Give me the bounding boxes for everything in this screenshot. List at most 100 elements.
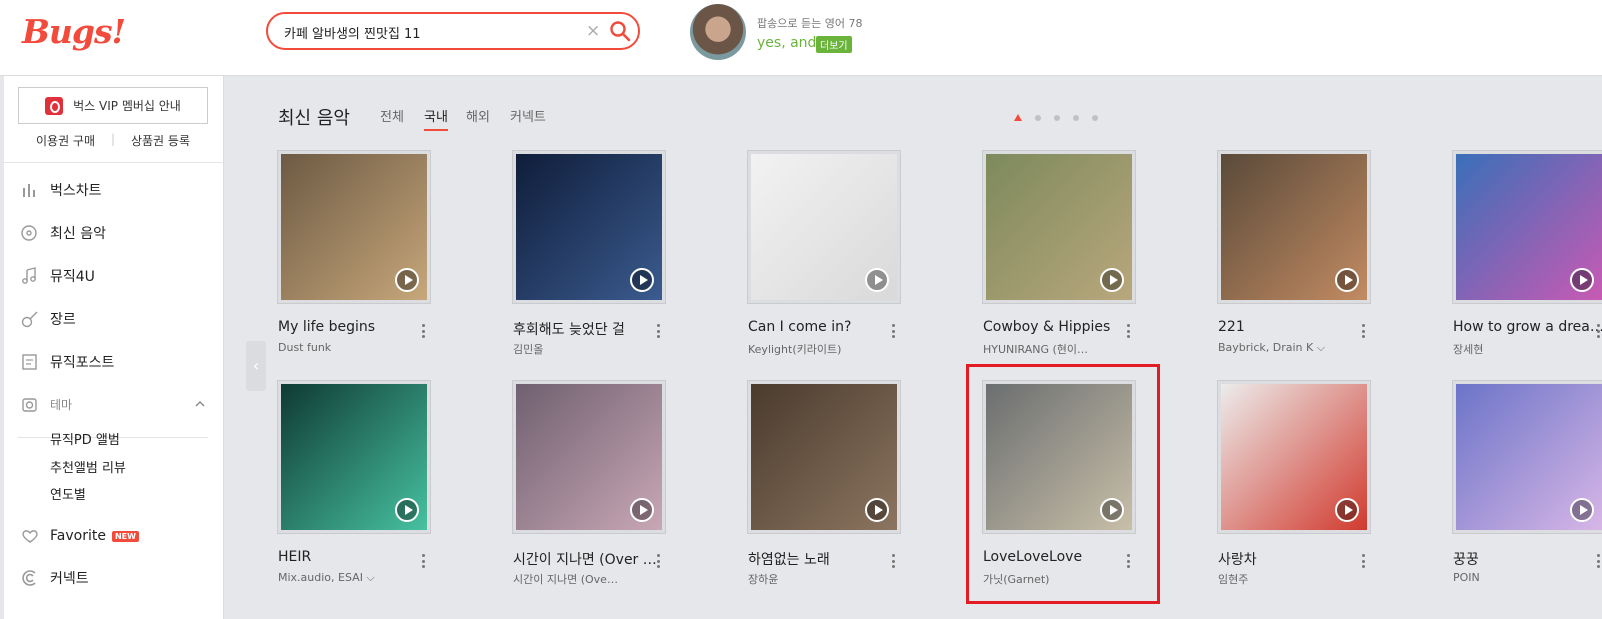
prev-page-button[interactable]: ‹	[246, 341, 266, 391]
search-input[interactable]: 카페 알바생의 찐맛집 11	[284, 23, 421, 42]
album-artist[interactable]: Keylight(키라이트)	[748, 341, 898, 357]
album-artist[interactable]: 장하윤	[748, 571, 898, 587]
album-card[interactable]: 221 Baybrick, Drain K ⌵	[1218, 151, 1418, 371]
album-artist[interactable]: 김민올	[513, 341, 663, 357]
play-icon[interactable]	[1335, 268, 1359, 292]
album-title[interactable]: 꿍꿍	[1453, 549, 1602, 569]
tab-all[interactable]: 전체	[380, 106, 404, 125]
page-dot-active[interactable]	[1014, 114, 1022, 121]
search-icon[interactable]	[608, 19, 632, 43]
album-card[interactable]: Cowboy & Hippies HYUNIRANG (현이…	[983, 151, 1183, 371]
more-options-icon[interactable]	[1358, 321, 1368, 341]
album-title[interactable]: 후회해도 늦었단 걸	[513, 319, 673, 339]
tab-overseas[interactable]: 해외	[466, 106, 490, 125]
album-cover[interactable]	[1453, 381, 1602, 533]
play-icon[interactable]	[1335, 498, 1359, 522]
promo-more-badge[interactable]: 더보기	[816, 36, 852, 53]
album-cover[interactable]	[983, 151, 1135, 303]
page-dot[interactable]	[1054, 114, 1060, 121]
play-icon[interactable]	[395, 268, 419, 292]
album-card[interactable]: How to grow a drea… 장세현	[1453, 151, 1602, 371]
play-icon[interactable]	[395, 498, 419, 522]
album-cover[interactable]	[1453, 151, 1602, 303]
play-icon[interactable]	[1100, 268, 1124, 292]
album-artist[interactable]: HYUNIRANG (현이…	[983, 341, 1133, 357]
album-cover[interactable]	[513, 381, 665, 533]
theme-item-pd-album[interactable]: 뮤직PD 앨범	[50, 429, 120, 448]
clear-icon[interactable]: ×	[586, 21, 600, 41]
play-icon[interactable]	[630, 498, 654, 522]
vip-membership-button[interactable]: 벅스 VIP 멤버십 안내	[18, 87, 208, 124]
play-icon[interactable]	[1570, 268, 1594, 292]
more-options-icon[interactable]	[418, 321, 428, 341]
more-options-icon[interactable]	[1593, 321, 1602, 341]
album-artist[interactable]: Baybrick, Drain K ⌵	[1218, 341, 1368, 355]
more-options-icon[interactable]	[418, 551, 428, 571]
tab-domestic[interactable]: 국내	[424, 106, 448, 131]
album-title[interactable]: 221	[1218, 319, 1378, 335]
tab-connect[interactable]: 커넥트	[510, 106, 546, 125]
more-options-icon[interactable]	[888, 321, 898, 341]
more-options-icon[interactable]	[653, 321, 663, 341]
sidebar-item-music4u[interactable]: 뮤직4U	[20, 266, 95, 286]
album-title[interactable]: How to grow a drea…	[1453, 319, 1602, 335]
album-title[interactable]: 사랑차	[1218, 549, 1378, 569]
theme-item-album-review[interactable]: 추천앨범 리뷰	[50, 457, 126, 476]
album-card[interactable]: 시간이 지나면 (Over … 시간이 지나면 (Ove…	[513, 381, 713, 601]
more-options-icon[interactable]	[1358, 551, 1368, 571]
promo-subtitle[interactable]: 팝송으로 듣는 영어 78	[757, 15, 862, 31]
album-cover[interactable]	[278, 151, 430, 303]
sidebar-item-new-music[interactable]: 최신 음악	[20, 223, 106, 243]
album-artist[interactable]: Dust funk	[278, 341, 428, 354]
album-artist[interactable]: 시간이 지나면 (Ove…	[513, 571, 663, 587]
more-options-icon[interactable]	[888, 551, 898, 571]
album-card[interactable]: HEIR Mix.audio, ESAI ⌵	[278, 381, 478, 601]
more-options-icon[interactable]	[1593, 551, 1602, 571]
album-title[interactable]: 시간이 지나면 (Over …	[513, 549, 673, 569]
page-dot[interactable]	[1035, 114, 1041, 121]
album-title[interactable]: 하염없는 노래	[748, 549, 908, 569]
sidebar-item-favorite[interactable]: Favorite NEW	[20, 526, 139, 546]
album-cover[interactable]	[513, 151, 665, 303]
play-icon[interactable]	[865, 498, 889, 522]
bugs-logo[interactable]: Bugs!	[22, 12, 126, 51]
promo-avatar[interactable]	[690, 4, 746, 60]
chevron-up-icon[interactable]	[194, 398, 206, 410]
album-cover[interactable]	[1218, 151, 1370, 303]
page-dot[interactable]	[1092, 114, 1098, 121]
album-artist[interactable]: 임현주	[1218, 571, 1368, 587]
album-card[interactable]: 하염없는 노래장하윤	[748, 381, 948, 601]
album-cover[interactable]	[748, 151, 900, 303]
more-options-icon[interactable]	[1123, 321, 1133, 341]
theme-item-by-year[interactable]: 연도별	[50, 484, 86, 503]
album-title[interactable]: HEIR	[278, 549, 438, 565]
page-dot[interactable]	[1073, 114, 1079, 121]
promo-title[interactable]: yes, and?	[757, 35, 824, 51]
album-artist[interactable]: 장세현	[1453, 341, 1602, 357]
sidebar-item-theme[interactable]: 테마	[20, 394, 206, 414]
play-icon[interactable]	[630, 268, 654, 292]
play-icon[interactable]	[1570, 498, 1594, 522]
album-cover[interactable]	[748, 381, 900, 533]
sidebar-item-genre[interactable]: 장르	[20, 309, 76, 329]
sidebar-item-connect[interactable]: 커넥트	[20, 568, 89, 588]
search-box[interactable]: 카페 알바생의 찐맛집 11 ×	[266, 12, 640, 50]
play-icon[interactable]	[865, 268, 889, 292]
album-card[interactable]: 꿍꿍 POIN	[1453, 381, 1602, 601]
album-cover[interactable]	[1218, 381, 1370, 533]
album-card[interactable]: 사랑차임현주	[1218, 381, 1418, 601]
register-voucher-link[interactable]: 상품권 등록	[131, 132, 190, 149]
album-card[interactable]: My life begins Dust funk	[278, 151, 478, 371]
sidebar-item-chart[interactable]: 벅스차트	[20, 180, 102, 200]
album-cover[interactable]	[278, 381, 430, 533]
sidebar-item-music-post[interactable]: 뮤직포스트	[20, 352, 114, 372]
album-artist[interactable]: Mix.audio, ESAI ⌵	[278, 571, 428, 585]
album-card[interactable]: Can I come in? Keylight(키라이트)	[748, 151, 948, 371]
album-title[interactable]: Cowboy & Hippies	[983, 319, 1143, 335]
album-title[interactable]: Can I come in?	[748, 319, 908, 335]
buy-pass-link[interactable]: 이용권 구매	[36, 132, 95, 149]
album-artist[interactable]: POIN	[1453, 571, 1602, 584]
more-options-icon[interactable]	[653, 551, 663, 571]
album-card[interactable]: 후회해도 늦었단 걸김민올	[513, 151, 713, 371]
album-title[interactable]: My life begins	[278, 319, 438, 335]
